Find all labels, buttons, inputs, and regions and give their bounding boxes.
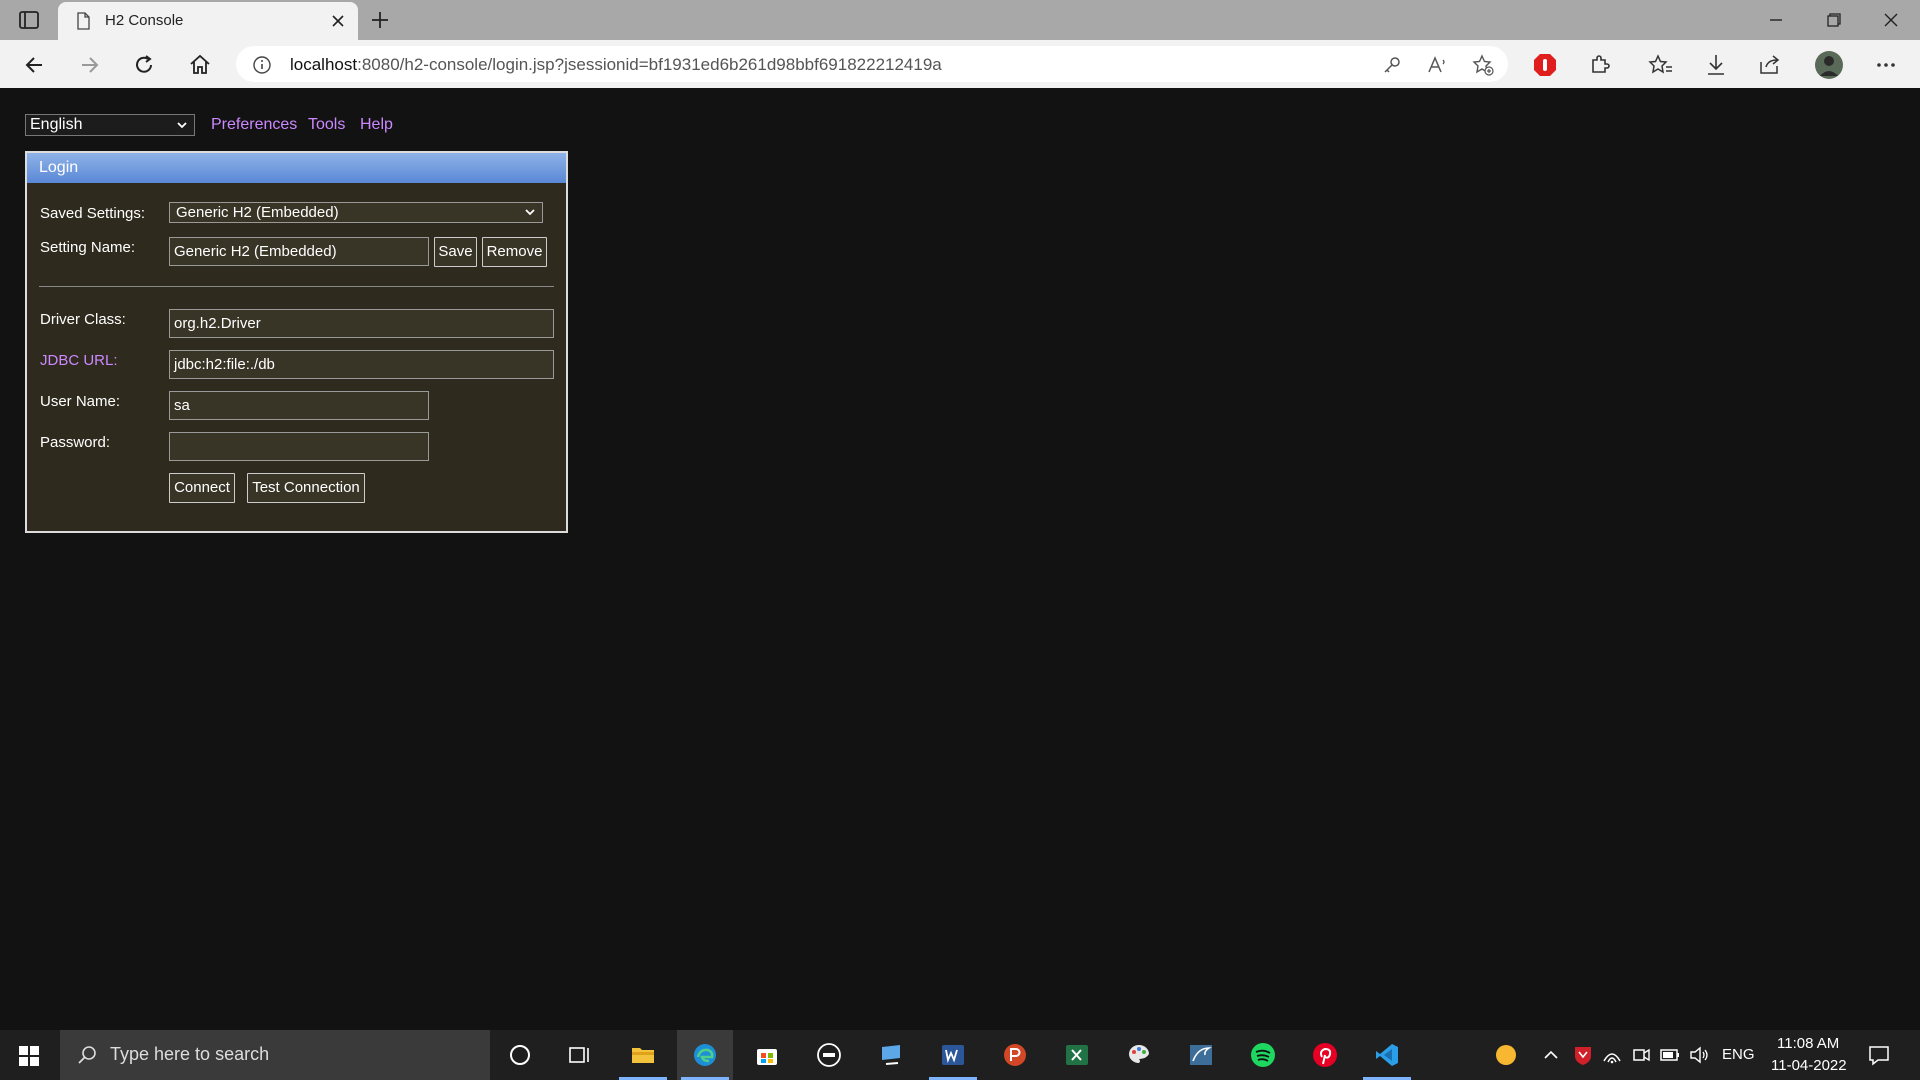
downloads-icon[interactable] (1703, 52, 1729, 78)
url-text[interactable]: localhost:8080/h2-console/login.jsp?jses… (290, 55, 942, 75)
meet-icon[interactable] (1630, 1044, 1652, 1066)
cortana-button[interactable] (492, 1030, 548, 1080)
page-icon (77, 12, 90, 30)
jdbc-url-link[interactable]: JDBC URL: (40, 352, 118, 369)
home-icon[interactable] (187, 52, 213, 78)
wifi-icon[interactable] (1601, 1044, 1623, 1066)
browser-nav-bar: localhost:8080/h2-console/login.jsp?jses… (0, 40, 1920, 88)
paint-app[interactable] (1111, 1030, 1167, 1080)
volume-icon[interactable] (1688, 1044, 1710, 1066)
search-placeholder: Type here to search (110, 1044, 270, 1064)
chevron-down-icon (525, 209, 535, 216)
store-app[interactable] (739, 1030, 795, 1080)
preferences-link[interactable]: Preferences (211, 116, 297, 134)
vscode-app[interactable] (1359, 1030, 1415, 1080)
save-button[interactable]: Save (434, 237, 477, 267)
chevron-down-icon (177, 122, 187, 129)
input-language[interactable]: ENG (1722, 1046, 1755, 1063)
profile-avatar[interactable] (1814, 50, 1844, 80)
spotify-icon (1251, 1043, 1275, 1067)
tools-link[interactable]: Tools (308, 116, 345, 134)
notifications-icon[interactable] (1868, 1044, 1890, 1066)
battery-icon[interactable] (1659, 1044, 1681, 1066)
adblock-icon[interactable] (1532, 52, 1558, 78)
store-icon (757, 1049, 777, 1065)
edge-icon (694, 1044, 716, 1066)
add-favorite-icon[interactable] (1472, 54, 1494, 76)
setting-name-input[interactable]: Generic H2 (Embedded) (169, 237, 429, 266)
pinterest-icon (1313, 1043, 1337, 1067)
spotify-app[interactable] (1235, 1030, 1291, 1080)
browser-tab-bar: H2 Console (0, 0, 1920, 40)
user-name-label: User Name: (40, 393, 121, 410)
more-menu-icon[interactable] (1873, 52, 1899, 78)
favorites-icon[interactable] (1648, 52, 1674, 78)
close-window-icon[interactable] (1878, 8, 1904, 32)
antivirus-icon[interactable] (1572, 1044, 1594, 1066)
restore-icon[interactable] (1820, 8, 1846, 32)
folder-icon (632, 1048, 654, 1063)
clock-date[interactable]: 11-04-2022 (1771, 1057, 1847, 1074)
password-label: Password: (40, 434, 111, 451)
saved-settings-label: Saved Settings: (40, 205, 146, 222)
task-view-icon (569, 1047, 589, 1063)
read-aloud-icon[interactable] (1426, 54, 1448, 76)
windows-start-icon[interactable] (18, 1045, 40, 1067)
tab-actions-icon[interactable] (18, 10, 40, 30)
divider (39, 286, 554, 287)
setting-name-label: Setting Name: (40, 239, 136, 256)
edge-app[interactable] (677, 1030, 733, 1080)
vscode-icon (1376, 1044, 1398, 1066)
tab-title: H2 Console (105, 12, 184, 29)
cortana-icon (510, 1045, 530, 1065)
refresh-icon[interactable] (131, 52, 157, 78)
jdbc-url-input[interactable]: jdbc:h2:file:./db (169, 350, 554, 379)
saved-settings-select[interactable]: Generic H2 (Embedded) (169, 202, 543, 223)
file-explorer-app[interactable] (615, 1030, 671, 1080)
palette-icon (1128, 1045, 1149, 1063)
new-tab-icon[interactable] (368, 8, 392, 32)
taskbar-search[interactable]: Type here to search (60, 1030, 490, 1080)
close-tab-icon[interactable] (328, 11, 348, 31)
database-icon (1190, 1045, 1212, 1065)
mysql-workbench-app[interactable] (1173, 1030, 1229, 1080)
clock-time[interactable]: 11:08 AM (1777, 1035, 1839, 1052)
powerpoint-icon (1004, 1044, 1026, 1066)
login-panel: Login Saved Settings: Generic H2 (Embedd… (25, 151, 568, 533)
user-name-input[interactable]: sa (169, 391, 429, 420)
monitor-icon (882, 1045, 900, 1065)
dell-app[interactable] (801, 1030, 857, 1080)
key-icon[interactable] (1381, 54, 1403, 76)
taskbar: Type here to search ENG 11:08 AM 11-04-2… (0, 1030, 1920, 1080)
test-connection-button[interactable]: Test Connection (247, 473, 365, 503)
password-input[interactable] (169, 432, 429, 461)
login-header: Login (27, 153, 566, 183)
chevron-up-icon[interactable] (1540, 1044, 1562, 1066)
task-view-button[interactable] (552, 1030, 608, 1080)
search-icon (78, 1046, 96, 1064)
excel-app[interactable] (1049, 1030, 1105, 1080)
extensions-icon[interactable] (1587, 52, 1613, 78)
share-icon[interactable] (1757, 52, 1783, 78)
dell-icon (817, 1043, 841, 1067)
address-bar[interactable]: localhost:8080/h2-console/login.jsp?jses… (236, 46, 1508, 82)
back-icon[interactable] (22, 52, 48, 78)
remove-button[interactable]: Remove (482, 237, 547, 267)
excel-icon (1066, 1045, 1088, 1065)
connect-button[interactable]: Connect (169, 473, 235, 503)
language-select[interactable]: English (25, 114, 195, 136)
browser-tab[interactable]: H2 Console (58, 2, 358, 40)
word-icon (942, 1045, 964, 1065)
desktop-app[interactable] (863, 1030, 919, 1080)
info-icon[interactable] (252, 55, 272, 75)
driver-class-input[interactable]: org.h2.Driver (169, 309, 554, 338)
help-link[interactable]: Help (360, 116, 393, 134)
minimize-icon[interactable] (1763, 8, 1789, 32)
weather-icon[interactable] (1495, 1044, 1517, 1066)
forward-icon[interactable] (76, 52, 102, 78)
pinterest-app[interactable] (1297, 1030, 1353, 1080)
powerpoint-app[interactable] (987, 1030, 1043, 1080)
driver-class-label: Driver Class: (40, 311, 126, 328)
word-app[interactable] (925, 1030, 981, 1080)
